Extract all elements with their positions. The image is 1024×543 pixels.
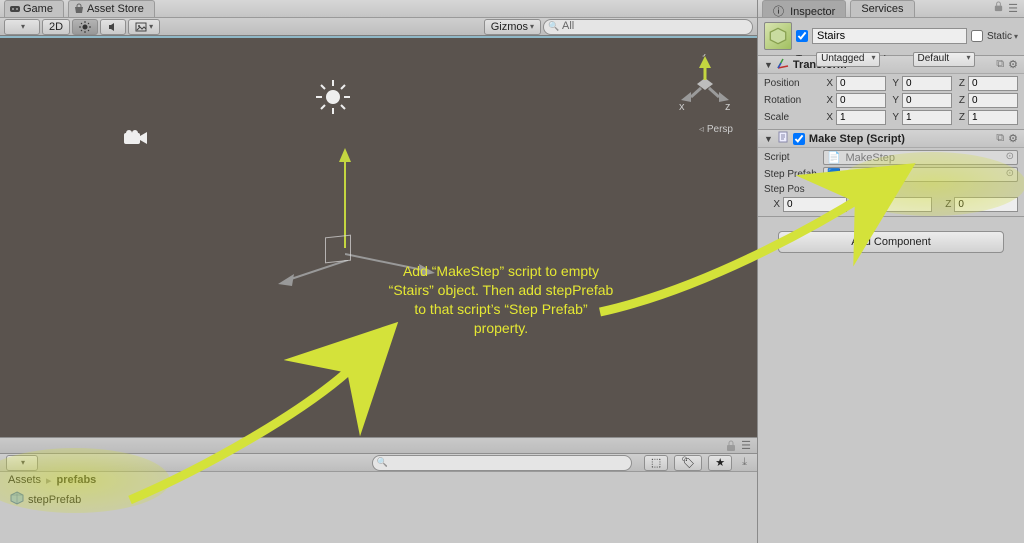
panel-menu-icon[interactable]: ☰	[741, 439, 751, 452]
selected-object-outline[interactable]	[325, 235, 351, 264]
help-icon[interactable]: ⧉	[996, 58, 1004, 71]
scale-y-field[interactable]	[902, 110, 952, 125]
asset-item-stepprefab[interactable]: stepPrefab	[8, 490, 749, 509]
steppos-z-field[interactable]	[954, 197, 1018, 212]
tab-asset-store-label: Asset Store	[87, 3, 144, 15]
svg-text:z: z	[725, 101, 731, 113]
breadcrumb: Assets ▸ prefabs	[0, 472, 757, 488]
scale-label: Scale	[764, 112, 820, 123]
add-component-button[interactable]: Add Component	[778, 231, 1004, 253]
rotation-y-field[interactable]	[902, 93, 952, 108]
scene-viewport[interactable]: y x z Persp	[0, 36, 757, 437]
orientation-gizmo[interactable]: y x z	[673, 54, 737, 118]
camera-gizmo[interactable]	[122, 128, 150, 151]
breadcrumb-folder[interactable]: prefabs	[57, 474, 97, 486]
image-icon	[135, 21, 147, 33]
layer-dropdown[interactable]: Default	[913, 52, 975, 67]
scale-z-field[interactable]	[968, 110, 1018, 125]
fold-toggle[interactable]: ▼	[764, 134, 773, 144]
tab-services[interactable]: Services	[850, 0, 914, 17]
move-gizmo-z-axis[interactable]	[278, 260, 348, 289]
inspector-tabs: ⓘ Inspector Services ☰	[758, 0, 1024, 18]
scene-tabs: Game Asset Store	[0, 0, 757, 18]
sun-icon	[79, 21, 91, 33]
tab-asset-store[interactable]: Asset Store	[68, 0, 155, 17]
position-y-field[interactable]	[902, 76, 952, 91]
gameobject-name-field[interactable]	[812, 28, 967, 44]
scene-statusbar: ☰	[0, 437, 757, 453]
filter-by-label-icon[interactable]: 🏷	[674, 455, 702, 471]
tab-inspector[interactable]: ⓘ Inspector	[762, 0, 846, 17]
stepprefab-value: stepPrefab	[845, 169, 898, 181]
breadcrumb-root[interactable]: Assets	[8, 474, 41, 486]
steppos-x-field[interactable]	[783, 197, 847, 212]
mode-2d-button[interactable]: 2D	[42, 19, 70, 35]
svg-text:y: y	[702, 54, 708, 57]
gameobject-header: Static Tag Untagged Layer Default	[758, 18, 1024, 56]
prefab-cube-icon	[10, 491, 24, 508]
favorite-icon[interactable]: ★	[708, 455, 732, 471]
gameobject-icon[interactable]	[764, 22, 792, 50]
inspector-icon: ⓘ	[773, 6, 784, 18]
gear-icon[interactable]: ⚙	[1008, 58, 1018, 71]
project-panel: ⬚ 🏷 ★ ⤓ Assets ▸ prefabs stepPrefab	[0, 453, 757, 543]
position-z-field[interactable]	[968, 76, 1018, 91]
stepprefab-reference-field[interactable]: 🟦 stepPrefab	[823, 167, 1018, 182]
scene-search-input[interactable]: All	[543, 19, 753, 35]
script-reference-field[interactable]: 📄 MakeStep	[823, 150, 1018, 165]
position-label: Position	[764, 78, 820, 89]
lighting-toggle[interactable]	[72, 19, 98, 35]
script-mini-icon: 📄	[827, 152, 841, 164]
script-value: MakeStep	[845, 152, 895, 164]
position-x-field[interactable]	[836, 76, 886, 91]
steppos-label: Step Pos	[764, 184, 820, 195]
rotation-x-field[interactable]	[836, 93, 886, 108]
script-label: Script	[764, 152, 820, 163]
makestep-title: Make Step (Script)	[809, 133, 992, 145]
static-dropdown[interactable]: Static	[987, 31, 1018, 42]
audio-icon	[107, 21, 119, 33]
makestep-component: ▼ Make Step (Script) ⧉ ⚙ Script 📄 MakeSt…	[758, 130, 1024, 217]
game-icon	[9, 3, 21, 15]
persp-label[interactable]: Persp	[699, 124, 733, 135]
tag-dropdown[interactable]: Untagged	[816, 52, 879, 67]
scale-x-field[interactable]	[836, 110, 886, 125]
save-search-icon[interactable]: ⤓	[738, 456, 751, 469]
fold-toggle[interactable]: ▼	[764, 60, 773, 70]
rotation-label: Rotation	[764, 95, 820, 106]
chevron-right-icon: ▸	[46, 474, 52, 487]
tab-game[interactable]: Game	[4, 0, 64, 17]
gizmos-dropdown[interactable]: Gizmos	[484, 19, 541, 35]
component-enabled-checkbox[interactable]	[793, 133, 805, 145]
prefab-mini-icon: 🟦	[827, 169, 841, 181]
transform-component: ▼ Transform ⧉ ⚙ Position X Y Z Rotation …	[758, 56, 1024, 130]
fx-dropdown[interactable]	[128, 19, 160, 35]
project-search-input[interactable]	[372, 455, 632, 471]
audio-toggle[interactable]	[100, 19, 126, 35]
project-create-dropdown[interactable]	[6, 455, 38, 471]
tab-game-label: Game	[23, 3, 53, 15]
asset-item-label: stepPrefab	[28, 494, 81, 506]
panel-menu-icon[interactable]: ☰	[1006, 0, 1020, 17]
inspector-lock-icon[interactable]	[991, 0, 1006, 17]
directional-light-gizmo[interactable]	[316, 80, 350, 117]
scene-toolbar: 2D Gizmos All	[0, 18, 757, 36]
transform-icon	[777, 57, 789, 72]
gear-icon[interactable]: ⚙	[1008, 132, 1018, 145]
steppos-y-field[interactable]	[869, 197, 933, 212]
static-checkbox[interactable]	[971, 30, 983, 42]
svg-text:x: x	[679, 101, 685, 113]
rotation-z-field[interactable]	[968, 93, 1018, 108]
stepprefab-label: Step Prefab	[764, 169, 820, 180]
asset-store-icon	[73, 3, 85, 15]
move-gizmo-x-axis[interactable]	[345, 246, 435, 279]
gameobject-active-checkbox[interactable]	[796, 30, 808, 42]
help-icon[interactable]: ⧉	[996, 132, 1004, 145]
filter-by-type-icon[interactable]: ⬚	[644, 455, 668, 471]
script-icon	[777, 131, 789, 146]
lock-icon[interactable]	[725, 440, 737, 452]
tab-inspector-label: Inspector	[790, 6, 835, 18]
shaded-dropdown[interactable]	[4, 19, 40, 35]
